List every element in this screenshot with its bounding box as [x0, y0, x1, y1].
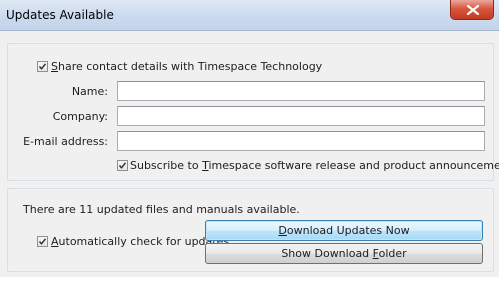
window-title: Updates Available	[6, 8, 114, 22]
title-bar[interactable]: Updates Available	[0, 0, 499, 31]
auto-check-checkbox[interactable]	[37, 236, 48, 247]
download-updates-button[interactable]: Download Updates Now	[205, 220, 483, 241]
share-contact-checkbox[interactable]	[37, 61, 48, 72]
company-field[interactable]	[117, 106, 485, 126]
subscribe-label[interactable]: Subscribe to Timespace software release …	[130, 159, 499, 172]
company-label: Company:	[52, 110, 108, 123]
subscribe-checkbox[interactable]	[117, 160, 128, 171]
checkmark-icon	[38, 63, 47, 70]
updates-dialog: Updates Available Share contact details …	[0, 0, 499, 283]
email-field[interactable]	[117, 131, 485, 151]
name-label: Name:	[71, 85, 108, 98]
email-label: E-mail address:	[23, 135, 108, 148]
close-icon	[467, 5, 479, 15]
auto-check-label[interactable]: Automatically check for updates	[51, 235, 229, 248]
show-download-folder-button[interactable]: Show Download Folder	[205, 243, 483, 264]
close-button[interactable]	[450, 0, 494, 20]
share-contact-label[interactable]: Share contact details with Timespace Tec…	[51, 60, 322, 73]
updates-status-text: There are 11 updated files and manuals a…	[23, 203, 300, 216]
checkmark-icon	[38, 238, 47, 245]
window-bottom-edge	[0, 277, 499, 283]
name-field[interactable]	[117, 81, 485, 101]
checkmark-icon	[118, 162, 127, 169]
